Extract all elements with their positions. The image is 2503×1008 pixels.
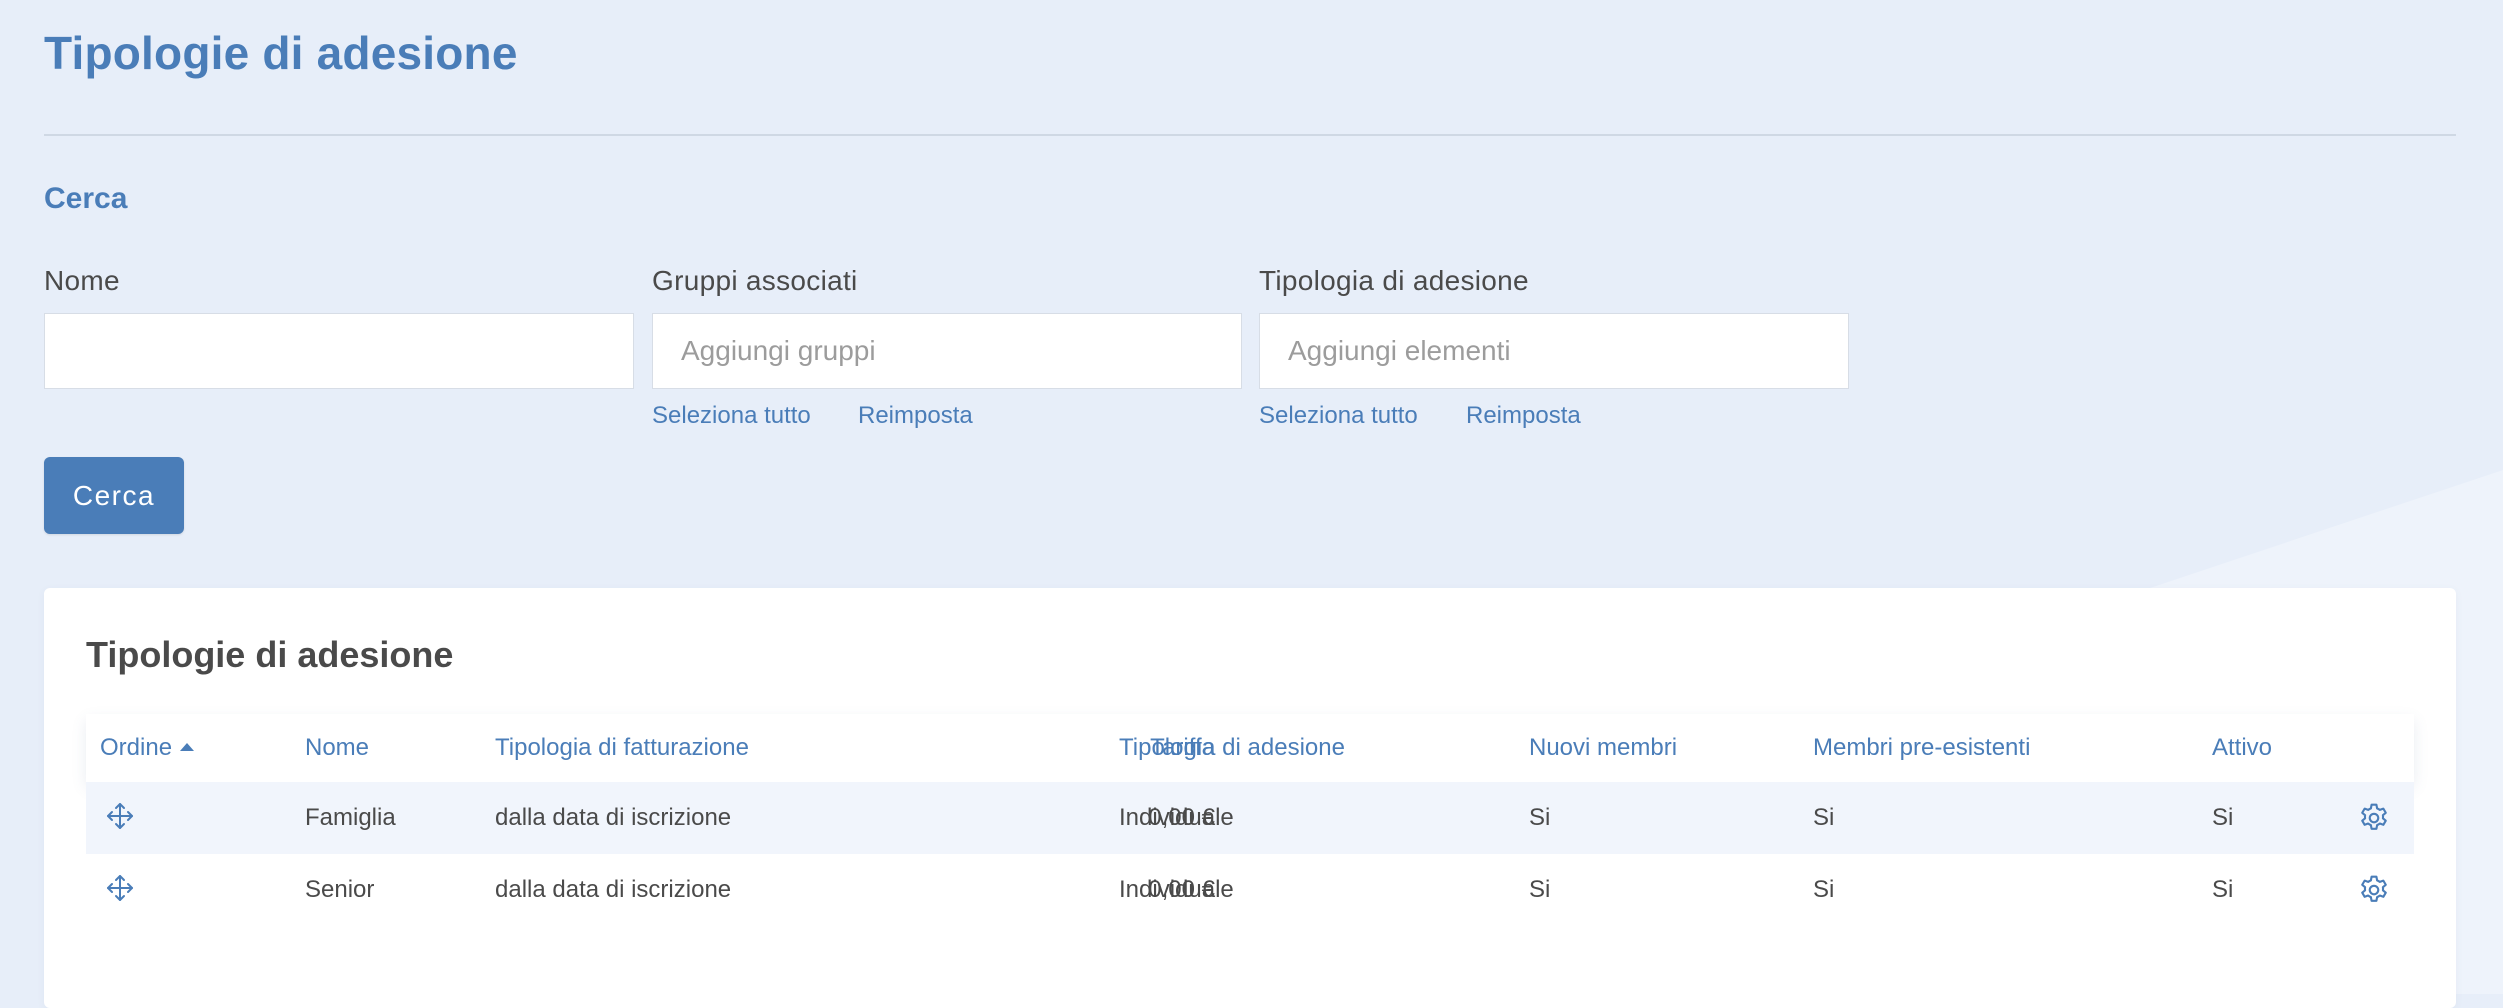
title-divider	[44, 134, 2456, 136]
results-card-title: Tipologie di adesione	[86, 634, 454, 675]
column-header-ordine[interactable]: Ordine	[100, 734, 195, 762]
groups-select-all-link[interactable]: Seleziona tutto	[652, 402, 811, 430]
search-section-title: Cerca	[44, 182, 128, 215]
cell-tipologia: Individuale	[1119, 804, 1234, 831]
cell-tipologia: Individuale	[1119, 876, 1234, 903]
column-header-nome[interactable]: Nome	[305, 734, 369, 762]
cell-fatturazione: dalla data di iscrizione	[495, 804, 732, 831]
column-header-ordine-label: Ordine	[100, 734, 173, 761]
cell-nome: Famiglia	[305, 804, 396, 831]
table-row: Famiglia dalla data di iscrizione 0,00 €…	[86, 782, 2414, 854]
cell-membri-pre-esistenti: Si	[1813, 876, 1835, 903]
column-header-attivo[interactable]: Attivo	[2212, 734, 2272, 762]
cell-membri-pre-esistenti: Si	[1813, 804, 1835, 831]
cell-nuovi-membri: Si	[1529, 804, 1551, 831]
move-icon[interactable]	[105, 801, 135, 831]
table-row: Senior dalla data di iscrizione 0,00 € I…	[86, 854, 2414, 926]
results-card: Tipologie di adesione Ordine Nome Tipolo…	[44, 588, 2456, 1008]
groups-reset-link[interactable]: Reimposta	[858, 402, 973, 430]
sort-ascending-icon	[180, 743, 195, 751]
groups-field-label: Gruppi associati	[652, 265, 858, 296]
cell-attivo: Si	[2212, 804, 2234, 831]
groups-field[interactable]	[652, 313, 1242, 389]
column-header-nuovi-membri[interactable]: Nuovi membri	[1529, 734, 1677, 762]
name-field-label: Nome	[44, 265, 120, 296]
membership-type-reset-link[interactable]: Reimposta	[1466, 402, 1581, 430]
cell-nuovi-membri: Si	[1529, 876, 1551, 903]
search-button[interactable]: Cerca	[44, 457, 184, 534]
table-header: Ordine Nome Tipologia di fatturazione Ta…	[86, 714, 2414, 782]
move-icon[interactable]	[105, 873, 135, 903]
cell-nome: Senior	[305, 876, 375, 903]
membership-type-field[interactable]	[1259, 313, 1849, 389]
name-field[interactable]	[44, 313, 634, 389]
gear-icon[interactable]	[2357, 801, 2391, 835]
column-header-fatturazione[interactable]: Tipologia di fatturazione	[495, 734, 749, 762]
column-header-membri-pre-esistenti[interactable]: Membri pre-esistenti	[1813, 734, 2030, 762]
gear-icon[interactable]	[2357, 873, 2391, 907]
column-header-tipologia[interactable]: Tipologia di adesione	[1119, 734, 1345, 762]
page-title: Tipologie di adesione	[44, 27, 518, 79]
membership-type-select-all-link[interactable]: Seleziona tutto	[1259, 402, 1418, 430]
membership-type-field-label: Tipologia di adesione	[1259, 265, 1529, 296]
cell-attivo: Si	[2212, 876, 2234, 903]
cell-fatturazione: dalla data di iscrizione	[495, 876, 732, 903]
